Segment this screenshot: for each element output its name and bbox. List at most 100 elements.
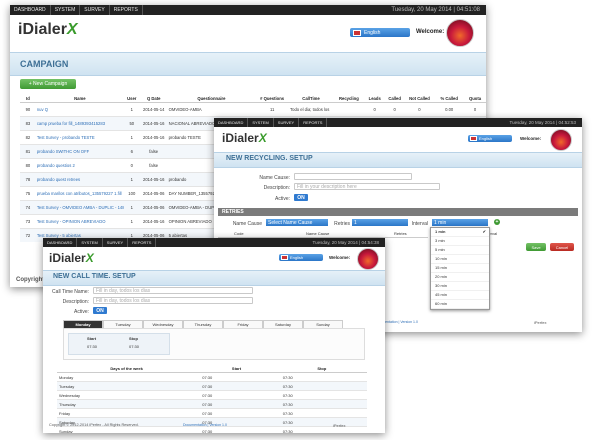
table-cell: 11 xyxy=(255,102,290,117)
col-qdate[interactable]: Q Date xyxy=(139,95,168,103)
col-questions[interactable]: # Questions xyxy=(255,95,290,103)
tab-thursday[interactable]: Thursday xyxy=(183,320,223,328)
calltime-name-label: Call Time Name: xyxy=(52,289,89,295)
documentation-link[interactable]: Documentation | Version 1.0 xyxy=(183,423,227,427)
interval-option[interactable]: 15 min xyxy=(431,264,489,273)
retries-select[interactable]: 1 xyxy=(352,219,408,226)
nav-dashboard[interactable]: Dashboard xyxy=(43,238,78,247)
table-cell: 1 xyxy=(123,102,140,117)
welcome-label: Welcome: xyxy=(416,29,445,35)
page-title: CAMPAIGN xyxy=(20,59,69,69)
col-quota[interactable]: Quota xyxy=(464,95,486,103)
interval-option[interactable]: 30 min xyxy=(431,282,489,291)
description-input[interactable]: Fill in day, todos los dias xyxy=(93,297,253,304)
col-recycling[interactable]: Recycling xyxy=(332,95,365,103)
table-cell[interactable]: nuv Q xyxy=(35,102,124,117)
interval-option[interactable]: 5 min xyxy=(431,246,489,255)
nav-dashboard[interactable]: Dashboard xyxy=(214,118,249,127)
table-cell: 90 xyxy=(20,102,36,117)
cause-select[interactable]: Select Name Cause xyxy=(266,219,328,226)
flag-icon xyxy=(353,29,361,36)
nav-reports[interactable]: Reports xyxy=(299,118,328,127)
table-cell[interactable]: probando quest retrees xyxy=(35,172,124,187)
start-time-input[interactable]: 07:30 xyxy=(87,344,97,349)
tab-wednesday[interactable]: Wednesday xyxy=(143,320,183,328)
table-header-row: Days of the week Start Stop xyxy=(57,365,367,373)
col-calltime[interactable]: CallTime xyxy=(289,95,333,103)
tab-sunday[interactable]: Sunday xyxy=(303,320,343,328)
tab-saturday[interactable]: Saturday xyxy=(263,320,303,328)
interval-option[interactable]: 45 min xyxy=(431,291,489,300)
active-toggle[interactable]: ON xyxy=(294,194,308,201)
interval-option[interactable]: 20 min xyxy=(431,273,489,282)
table-cell: 2014-05-06 xyxy=(139,186,168,201)
nav-system[interactable]: System xyxy=(51,5,81,15)
table-cell[interactable]: prueba marilos con atributos_135579227 1… xyxy=(35,186,124,201)
col-user[interactable]: User xyxy=(123,95,140,103)
avatar[interactable] xyxy=(357,248,379,270)
language-select[interactable]: English xyxy=(350,28,410,37)
tab-friday[interactable]: Friday xyxy=(223,320,263,328)
tab-monday[interactable]: Monday xyxy=(63,320,103,328)
avatar[interactable] xyxy=(446,19,474,47)
name-cause-input[interactable] xyxy=(294,173,412,180)
page-header-band xyxy=(10,52,486,76)
table-cell[interactable]: camp prueba for fill_1489393415283 xyxy=(35,116,124,131)
nav-reports[interactable]: Reports xyxy=(110,5,143,15)
description-input[interactable]: Fill in your description here xyxy=(294,183,440,190)
table-cell[interactable]: probando questios 2 xyxy=(35,158,124,173)
table-row[interactable]: 90 nuv Q 1 2014-05-14 OMVIDEO-AMBA 11 Todo el … xyxy=(20,102,486,117)
language-label: English xyxy=(479,136,493,141)
cancel-button[interactable]: Cancel xyxy=(550,243,574,251)
interval-select[interactable]: 1 min xyxy=(432,219,488,226)
language-select[interactable]: English xyxy=(468,135,512,142)
col-not-called[interactable]: Not Called xyxy=(404,95,435,103)
col-name[interactable]: Name xyxy=(35,95,124,103)
logo: iDialerX xyxy=(49,251,94,265)
table-cell[interactable]: Test Survey - probando TESTE xyxy=(35,130,124,145)
stop-time-input[interactable]: 07:30 xyxy=(129,344,139,349)
col-called[interactable]: Called xyxy=(384,95,405,103)
footer-brand: iPerfex xyxy=(333,423,346,428)
col-questionnaire[interactable]: Questionnaire xyxy=(167,95,256,103)
nav-survey[interactable]: Survey xyxy=(274,118,300,127)
table-cell: 07:30 xyxy=(196,381,277,391)
nav-survey[interactable]: Survey xyxy=(80,5,110,15)
interval-option[interactable]: 1 min ✔ xyxy=(431,228,489,237)
language-select[interactable]: English xyxy=(279,254,323,261)
table-row: Tuesday 07:30 07:30 xyxy=(57,381,367,391)
add-retry-icon[interactable]: + xyxy=(494,219,500,225)
welcome-label: Welcome: xyxy=(329,255,351,260)
interval-option[interactable]: 60 min xyxy=(431,300,489,309)
interval-option[interactable]: 10 min xyxy=(431,255,489,264)
table-cell: 1 xyxy=(123,172,140,187)
nav-dashboard[interactable]: Dashboard xyxy=(10,5,51,15)
logo: iDialerX xyxy=(18,21,78,39)
save-button[interactable]: Save xyxy=(526,243,546,251)
nav-survey[interactable]: Survey xyxy=(103,238,129,247)
table-cell: 0 xyxy=(364,102,385,117)
col-leads[interactable]: Leads xyxy=(364,95,385,103)
tab-tuesday[interactable]: Tuesday xyxy=(103,320,143,328)
table-cell[interactable]: probando SWITHC ON OFF xyxy=(35,144,124,159)
nav-system[interactable]: System xyxy=(248,118,274,127)
table-cell: 2014-05-14 xyxy=(139,102,168,117)
table-cell[interactable]: Test Survey - OMVIDEO AMBA - DUPLIC - 14… xyxy=(35,200,124,215)
avatar[interactable] xyxy=(550,129,572,151)
calltime-name-input[interactable]: Fill in day, todos los dias xyxy=(93,287,253,294)
col-pct-called[interactable]: % Called xyxy=(434,95,465,103)
new-campaign-button[interactable]: + New Campaign xyxy=(20,79,76,89)
interval-option[interactable]: 3 min xyxy=(431,237,489,246)
active-toggle[interactable]: ON xyxy=(93,307,107,314)
flag-icon xyxy=(281,255,288,260)
nav-reports[interactable]: Reports xyxy=(128,238,157,247)
cause-select-label: Name Cause xyxy=(232,221,262,227)
table-cell: Sunday xyxy=(57,426,197,433)
nav-system[interactable]: System xyxy=(77,238,103,247)
retries-table-header: Code Name Cause Retries Interval xyxy=(218,231,497,238)
table-cell[interactable]: Test Survey - OPINION ABREVIADO xyxy=(35,214,124,229)
table-cell: false xyxy=(139,158,168,173)
day-tabs: Monday Tuesday Wednesday Thursday Friday… xyxy=(63,320,363,328)
date-time: Tuesday, 20 May 2014 | 04:54:38 xyxy=(312,240,379,245)
col-id[interactable]: Id xyxy=(20,95,36,103)
